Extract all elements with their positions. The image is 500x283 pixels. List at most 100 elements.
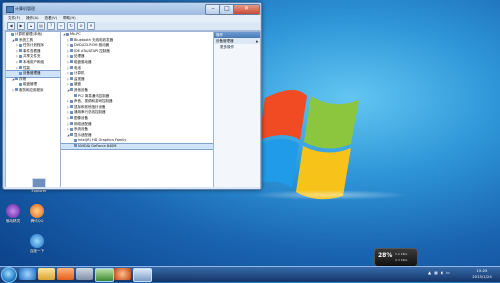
device-icon — [70, 82, 73, 86]
menu-help[interactable]: 帮助(H) — [63, 15, 76, 22]
device-icon — [74, 144, 77, 148]
nav-tree-label: 任务计划程序 — [23, 43, 44, 48]
device-icon — [19, 43, 22, 47]
nav-tree-label: 共享文件夹 — [23, 54, 41, 59]
device-tree-label: 磁盘驱动器 — [74, 59, 92, 64]
properties-icon[interactable]: ▤ — [37, 22, 45, 30]
volume-icon[interactable]: ◖ — [441, 270, 443, 275]
device-tree-label: 声音、视频和游戏控制器 — [74, 99, 113, 104]
device-tree-label: 图像设备 — [74, 115, 88, 120]
ie-icon[interactable] — [19, 268, 36, 280]
title-bar[interactable]: 计算机管理 – □ ✕ — [3, 3, 261, 15]
folder-icon — [32, 178, 46, 188]
device-icon — [74, 138, 77, 142]
device-tree-label: Bluetooth 无线电收发器 — [74, 37, 114, 42]
nav-tree-label: 性能 — [23, 65, 30, 70]
nav-tree-label: 设备管理器 — [23, 71, 41, 76]
nav-tree-label: 存储 — [19, 76, 26, 81]
device-tree-label: PCI 简易通讯控制器 — [78, 93, 110, 98]
device-tree-label: 其他设备 — [74, 87, 88, 92]
device-icon — [70, 88, 73, 92]
toolbar: ◀ ▶ ▴ ▤ ? ⌕ ↻ ⊘ ✕ — [4, 22, 260, 31]
up-icon[interactable]: ▴ — [27, 22, 35, 30]
close-button[interactable]: ✕ — [233, 4, 260, 15]
gadget-download: 0.3 KB/s — [395, 258, 408, 262]
windows-logo — [255, 89, 359, 200]
uninstall-icon[interactable]: ✕ — [87, 22, 95, 30]
device-icon — [15, 88, 18, 92]
device-icon — [15, 77, 18, 81]
gadget-upload: 0.9 KB/s — [395, 252, 408, 256]
desktop-icon-qq[interactable]: 腾讯QQ — [22, 204, 52, 224]
nav-tree-label: 系统工具 — [19, 37, 33, 42]
tray-up-icon[interactable]: ▲ — [428, 270, 431, 275]
device-tree-label: 计算机 — [74, 71, 85, 76]
player-icon[interactable] — [95, 268, 114, 282]
nav-tree-item[interactable]: ▷ 服务和应用程序 — [6, 88, 60, 94]
desktop-icon-label: Explorer — [31, 189, 47, 193]
driver-app-icon — [6, 204, 20, 218]
help-icon[interactable]: ? — [47, 22, 55, 30]
device-tree-label: NVIDIA GeForce 840M — [78, 143, 117, 148]
actions-device-manager[interactable]: 设备管理器 ▲ — [214, 38, 260, 44]
nav-tree-label: 磁盘管理 — [23, 82, 37, 87]
network-icon[interactable]: ▦ — [434, 270, 438, 275]
device-icon — [66, 32, 69, 36]
computer-management-window[interactable]: 计算机管理 – □ ✕ 文件(F) 操作(A) 查看(V) 帮助(H) ◀ ▶ … — [2, 2, 262, 190]
menu-file[interactable]: 文件(F) — [8, 15, 20, 22]
device-icon — [74, 94, 77, 98]
window-title: 计算机管理 — [15, 6, 35, 11]
qq-app-icon — [30, 204, 44, 218]
app-icon[interactable] — [114, 268, 131, 280]
clock-date: 2015/1/24 — [472, 273, 492, 279]
media-player-icon[interactable] — [57, 268, 74, 280]
device-tree-label: 通用串行总线控制器 — [74, 110, 106, 115]
screen-icon[interactable] — [76, 268, 93, 280]
light-flare — [250, 190, 410, 200]
device-tree-label: 监视器 — [74, 76, 85, 81]
desktop-icon-baidu[interactable]: 百度一下 — [22, 234, 52, 254]
nav-tree-label: 计算机管理(本地) — [15, 32, 43, 36]
computer-management-taskbar-icon[interactable] — [133, 268, 152, 282]
desktop-icon-explorer[interactable]: Explorer — [24, 178, 54, 193]
clock[interactable]: 15:25 2015/1/24 — [466, 268, 498, 279]
device-icon — [19, 71, 22, 75]
menu-view[interactable]: 查看(V) — [45, 15, 57, 22]
device-icon — [15, 38, 18, 42]
device-tree-label: Intel(R) HD Graphics Family — [78, 138, 127, 143]
device-tree-item[interactable]: NVIDIA GeForce 840M — [61, 142, 213, 151]
explorer-icon[interactable] — [38, 268, 55, 280]
device-tree-label: 电池 — [74, 65, 81, 70]
forward-icon[interactable]: ▶ — [17, 22, 25, 30]
update-icon[interactable]: ↻ — [67, 22, 75, 30]
device-icon — [70, 60, 73, 64]
desktop-icon-label: 腾讯QQ — [30, 219, 44, 223]
device-icon — [19, 49, 22, 53]
device-tree-label: DVD/CD-ROM 驱动器 — [74, 43, 110, 48]
collapse-arrow-icon: ▲ — [255, 39, 258, 43]
device-icon — [70, 127, 73, 131]
back-icon[interactable]: ◀ — [7, 22, 15, 30]
device-tree-label: Mk-PC — [70, 32, 81, 36]
more-actions-label: 更多操作 — [220, 45, 234, 49]
device-tree-label: 鼠标和其他指针设备 — [74, 104, 106, 109]
network-meter-gadget[interactable]: 28% 0.9 KB/s 0.3 KB/s — [374, 248, 418, 267]
device-icon — [70, 99, 73, 103]
device-tree-label: 显示适配器 — [74, 132, 92, 137]
battery-icon[interactable]: ▭ — [446, 270, 450, 275]
device-icon — [70, 71, 73, 75]
device-icon — [70, 49, 73, 53]
desktop-icon-label: 百度一下 — [29, 249, 45, 253]
disable-icon[interactable]: ⊘ — [77, 22, 85, 30]
more-actions-link[interactable]: 更多操作 — [214, 44, 260, 50]
menu-action[interactable]: 操作(A) — [26, 15, 38, 22]
device-icon — [70, 77, 73, 81]
device-icon — [70, 54, 73, 58]
scan-icon[interactable]: ⌕ — [57, 22, 65, 30]
device-tree-label: 网络适配器 — [74, 121, 92, 126]
device-icon — [70, 66, 73, 70]
device-icon — [70, 105, 73, 109]
device-tree-label: 键盘 — [74, 82, 81, 87]
device-icon — [70, 43, 73, 47]
system-tray: ▲ ▦ ◖ ▭ — [428, 270, 450, 275]
